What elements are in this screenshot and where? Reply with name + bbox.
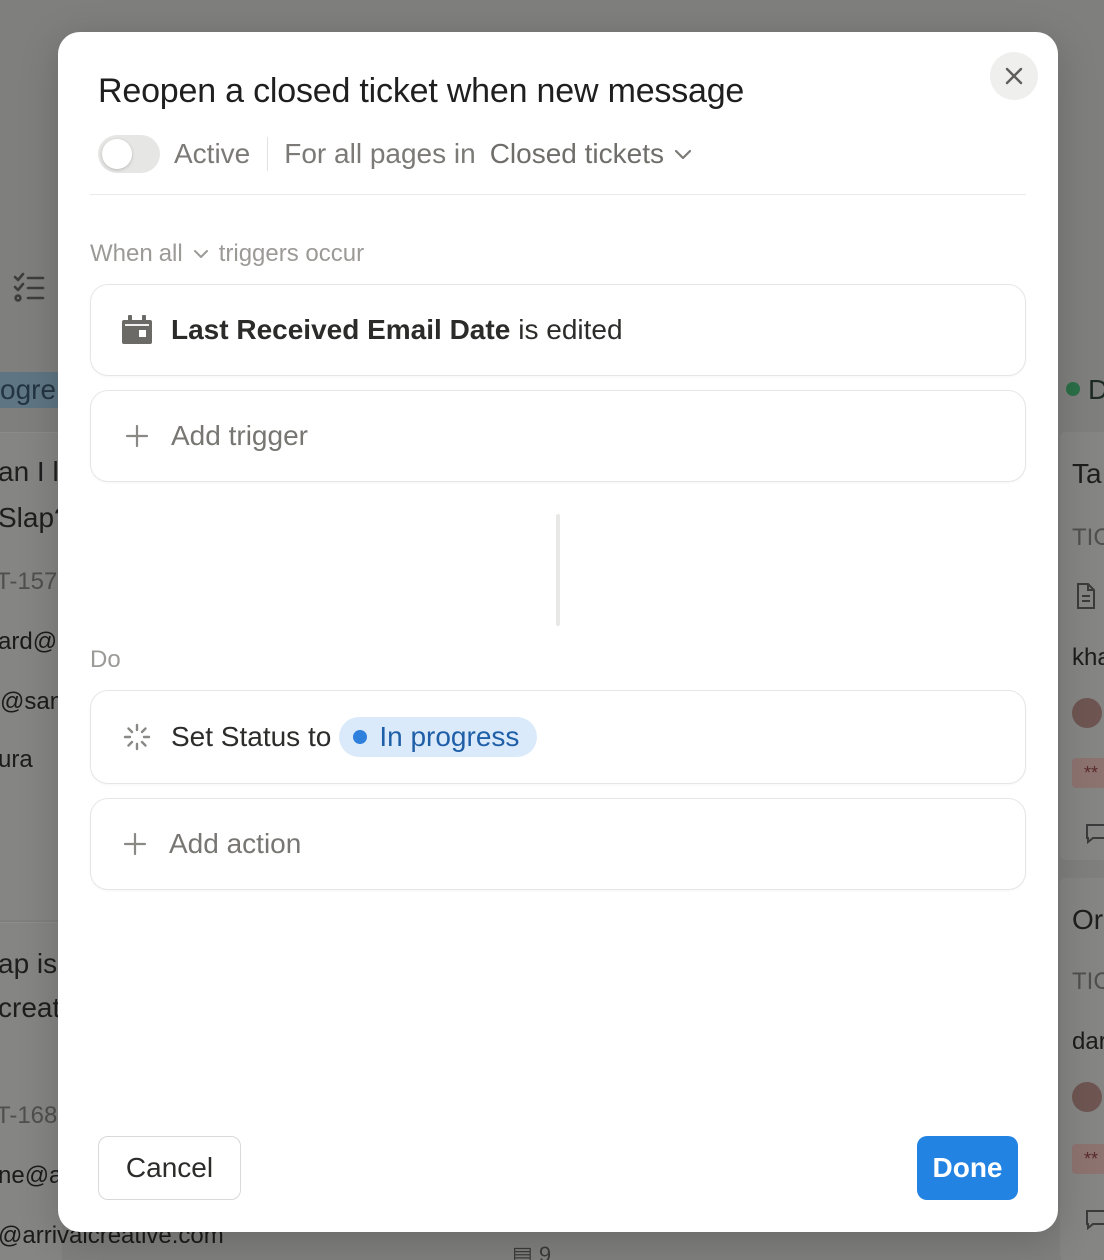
bg-pill: **	[1072, 758, 1104, 788]
chevron-down-icon	[193, 250, 208, 258]
avatar	[1072, 698, 1102, 728]
done-button[interactable]: Done	[917, 1136, 1018, 1200]
comment-icon	[1086, 1210, 1104, 1231]
divider	[267, 137, 269, 171]
bg-group-tag-left: ogre	[0, 372, 60, 408]
checklist-icon	[13, 272, 45, 302]
bg-status-dot	[1066, 382, 1080, 396]
bg-card-handle: @san	[0, 688, 64, 715]
active-label: Active	[174, 138, 251, 169]
automation-dialog: Reopen a closed ticket when new message …	[58, 32, 1058, 1232]
bg-comment-count: ▤ 9	[512, 1242, 551, 1260]
bg-card-name: ura	[0, 746, 33, 773]
comment-icon: ▤	[512, 1242, 533, 1260]
bg-card-title: Or	[1072, 904, 1104, 935]
toggle-knob	[102, 139, 132, 169]
bg-card-id: TIC	[1072, 524, 1104, 551]
close-button[interactable]	[990, 52, 1038, 100]
close-icon	[1005, 67, 1023, 85]
bg-card-id: T-168	[0, 1102, 58, 1129]
document-icon	[1077, 583, 1095, 609]
add-action-button[interactable]: Add action	[90, 798, 1026, 890]
plus-icon	[125, 424, 149, 448]
pages-scope-label: For all pages in	[284, 138, 476, 169]
triggers-section-label: When all triggers occur	[90, 240, 365, 268]
add-trigger-button[interactable]: Add trigger	[90, 390, 1026, 482]
bg-card-user: kha	[1072, 644, 1104, 671]
status-dot	[353, 730, 368, 744]
avatar	[1072, 1082, 1102, 1112]
automation-meta-row: Active For all pages in Closed tickets	[98, 132, 692, 176]
bg-card-title: an I l	[0, 456, 59, 487]
action-text: Set Status to	[171, 721, 332, 752]
bg-card-id: TIC	[1072, 968, 1104, 995]
status-value-pill[interactable]: In progress	[339, 717, 538, 757]
active-toggle[interactable]	[98, 135, 160, 173]
trigger-mode-select[interactable]: all	[159, 240, 209, 268]
chevron-down-icon	[674, 149, 692, 160]
flow-connector	[556, 514, 560, 626]
header-divider	[90, 194, 1026, 195]
database-select[interactable]: Closed tickets	[490, 138, 692, 170]
cancel-button[interactable]: Cancel	[98, 1136, 241, 1200]
calendar-icon	[122, 315, 152, 344]
action-card[interactable]: Set Status to In progress	[90, 690, 1026, 784]
bg-card-email: ard@	[0, 628, 58, 655]
bg-card-user: dar	[1072, 1028, 1104, 1055]
bg-group-tag-right: D	[1088, 374, 1104, 405]
trigger-card[interactable]: Last Received Email Date is edited	[90, 284, 1026, 376]
add-action-label: Add action	[169, 828, 302, 859]
trigger-property: Last Received Email Date	[171, 314, 511, 345]
add-trigger-label: Add trigger	[171, 420, 308, 451]
bg-pill: **	[1072, 1144, 1104, 1174]
status-value: In progress	[379, 721, 520, 752]
trigger-condition: is edited	[518, 314, 623, 345]
bg-card-id: T-157	[0, 568, 58, 595]
comment-icon	[1086, 824, 1104, 845]
do-section-label: Do	[90, 646, 121, 673]
bg-card-title: creat	[0, 992, 61, 1023]
bg-card-title: Ta	[1072, 458, 1102, 489]
bg-card-title: ap is	[0, 948, 58, 979]
bg-card-email: ne@a	[0, 1162, 63, 1189]
database-name: Closed tickets	[489, 138, 664, 169]
plus-icon	[123, 832, 147, 856]
dialog-title[interactable]: Reopen a closed ticket when new message	[98, 72, 744, 111]
loading-status-icon	[123, 723, 151, 751]
